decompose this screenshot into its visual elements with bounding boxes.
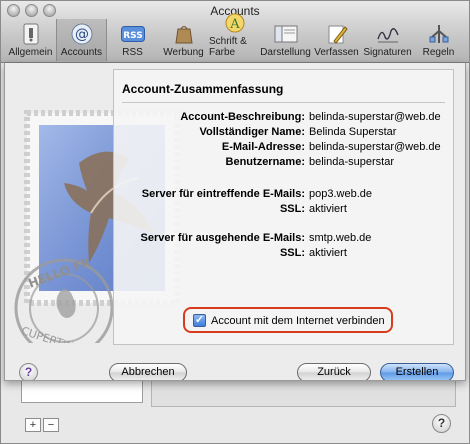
tab-verfassen[interactable]: Verfassen [311,19,362,61]
svg-text:@: @ [75,27,89,43]
tab-label: Signaturen [363,47,412,58]
rss-icon: RSS [120,23,145,45]
help-button[interactable]: ? [432,414,451,433]
summary-row-description: Account-Beschreibung: belinda-superstar@… [114,111,454,125]
row-value: belinda-superstar [309,156,394,168]
tab-label: RSS [122,47,143,58]
account-setup-sheet: HELLO FR CUPERTINO CA Account-Zusammenfa… [4,63,466,381]
sheet-help-button[interactable]: ? [19,363,38,380]
connect-account-checkbox[interactable]: ✓ [193,314,206,327]
row-value: smtp.web.de [309,232,372,244]
tab-label: Schrift & Farbe [209,36,247,58]
stamp-text-bottom: CUPERTINO CA [20,324,102,343]
row-value: pop3.web.de [309,188,372,200]
accounts-list[interactable] [21,381,143,403]
summary-row-username: Benutzername: belinda-superstar [114,156,454,170]
cancel-button[interactable]: Abbrechen [109,363,187,380]
summary-divider [122,102,445,103]
title-bar: Accounts Allgemein @ Accounts RSS RSS We… [1,1,469,63]
row-key: Server für ausgehende E-Mails: [140,232,305,244]
summary-row-full-name: Vollständiger Name: Belinda Superstar [114,126,454,140]
add-account-button[interactable]: + [25,418,41,432]
at-sign-icon: @ [70,23,94,45]
rules-icon [427,23,451,45]
row-key: Benutzername: [225,156,305,168]
tab-allgemein[interactable]: Allgemein [5,19,56,61]
tab-label: Allgemein [8,47,53,58]
row-key: E-Mail-Adresse: [221,141,305,153]
tab-werbung[interactable]: Werbung [158,19,209,61]
compose-pencil-icon [325,23,349,45]
font-color-icon: A [223,12,247,34]
tab-label: Werbung [163,47,204,58]
summary-row-outgoing-server: Server für ausgehende E-Mails: smtp.web.… [114,232,454,246]
summary-row-email: E-Mail-Adresse: belinda-superstar@web.de [114,141,454,155]
connect-account-highlight: ✓ Account mit dem Internet verbinden [183,307,393,333]
signature-icon [376,23,400,45]
display-icon [274,23,298,45]
row-key: Account-Beschreibung: [180,111,305,123]
connect-account-label[interactable]: Account mit dem Internet verbinden [211,315,385,327]
summary-title: Account-Zusammenfassung [122,82,284,96]
row-value: aktiviert [309,247,347,259]
tab-darstellung[interactable]: Darstellung [260,19,311,61]
account-detail-pane [151,381,456,407]
svg-text:A: A [229,17,240,32]
tab-schrift-farbe[interactable]: A Schrift & Farbe [209,13,260,61]
row-value: belinda-superstar@web.de [309,111,441,123]
general-switch-icon [19,23,43,45]
row-value: belinda-superstar@web.de [309,141,441,153]
tab-regeln[interactable]: Regeln [413,19,464,61]
summary-row-incoming-server: Server für eintreffende E-Mails: pop3.we… [114,188,454,202]
summary-row-incoming-ssl: SSL: aktiviert [114,203,454,217]
preferences-toolbar: Allgemein @ Accounts RSS RSS Werbung A S… [5,13,469,63]
tab-signaturen[interactable]: Signaturen [362,19,413,61]
row-key: Server für eintreffende E-Mails: [141,188,305,200]
summary-row-outgoing-ssl: SSL: aktiviert [114,247,454,261]
svg-text:RSS: RSS [123,31,143,41]
row-key: SSL: [279,247,305,259]
tab-accounts[interactable]: @ Accounts [56,19,107,61]
tab-label: Darstellung [260,47,311,58]
preferences-window: Accounts Allgemein @ Accounts RSS RSS We… [0,0,470,444]
row-value: aktiviert [309,203,347,215]
tab-label: Verfassen [314,47,359,58]
create-button[interactable]: Erstellen [380,363,454,380]
tab-label: Accounts [60,47,103,58]
tab-label: Regeln [422,47,455,58]
back-button[interactable]: Zurück [297,363,371,380]
account-summary-panel: Account-Zusammenfassung Account-Beschrei… [113,69,454,345]
remove-account-button[interactable]: − [43,418,59,432]
junk-bag-icon [172,23,196,45]
row-key: Vollständiger Name: [199,126,305,138]
row-value: Belinda Superstar [309,126,397,138]
tab-rss[interactable]: RSS RSS [107,19,158,61]
row-key: SSL: [279,203,305,215]
